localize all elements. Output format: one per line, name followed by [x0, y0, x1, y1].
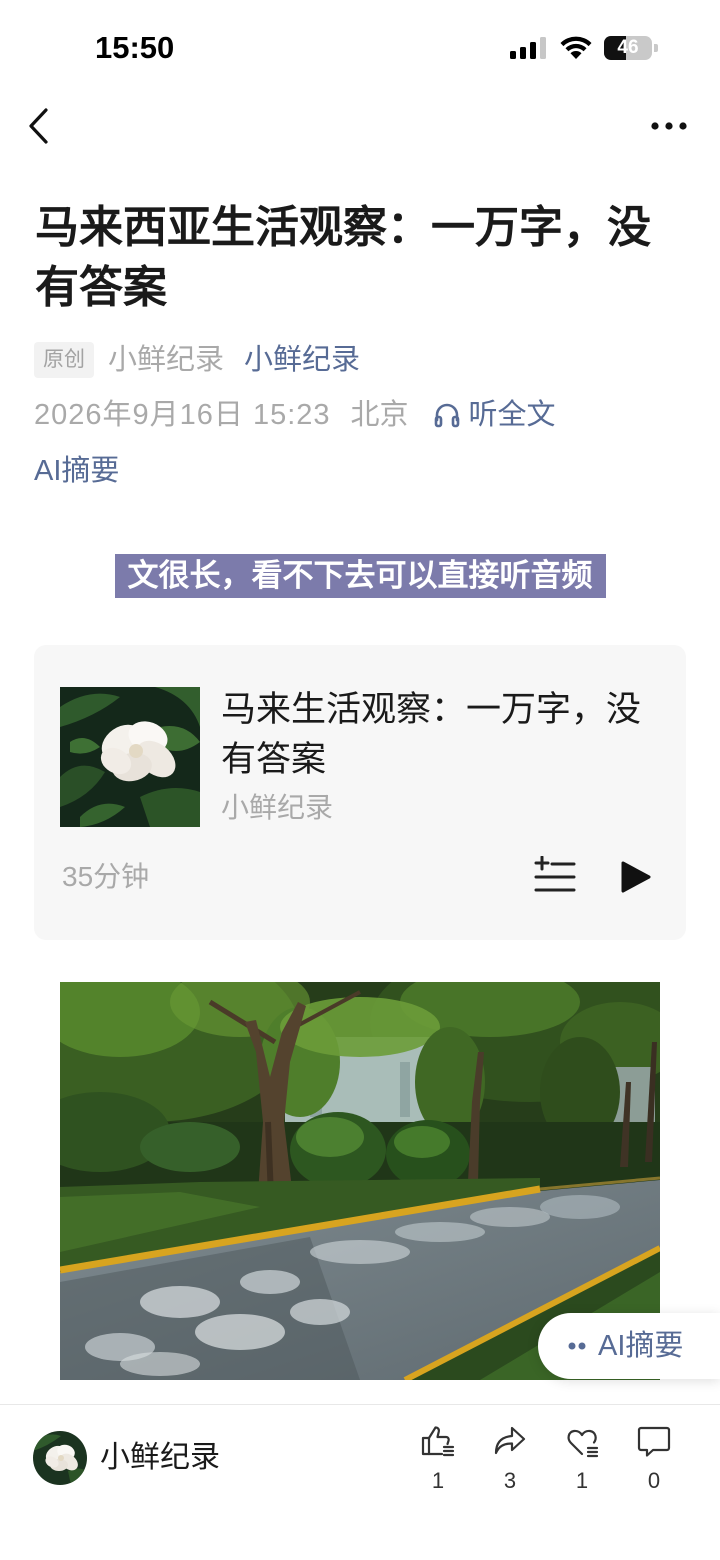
more-button[interactable]: [648, 116, 690, 136]
more-dots-icon: [651, 122, 687, 130]
headphones-icon[interactable]: [433, 401, 461, 429]
like-count: 1: [431, 1468, 445, 1493]
share-count: 3: [503, 1468, 517, 1493]
heart-button[interactable]: 1: [552, 1421, 612, 1501]
floating-ai-summary-button[interactable]: AI摘要: [538, 1313, 720, 1379]
playlist-add-icon[interactable]: [534, 856, 576, 894]
battery-icon: 46: [604, 36, 658, 60]
comment-icon: [637, 1426, 671, 1457]
back-button[interactable]: [26, 106, 52, 146]
share-button[interactable]: 3: [480, 1421, 540, 1501]
audio-cover-image: [60, 687, 200, 827]
battery-nub: [654, 44, 658, 52]
ai-summary-link[interactable]: AI摘要: [34, 451, 119, 491]
share-icon: [494, 1426, 526, 1455]
account-name[interactable]: 小鲜纪录: [100, 1438, 220, 1478]
bottom-bar: 小鲜纪录 1 3 1 0: [0, 1404, 720, 1560]
play-icon[interactable]: [619, 859, 653, 895]
chevron-left-icon: [29, 108, 48, 144]
audio-card[interactable]: 马来生活观察：一万字，没有答案 小鲜纪录 35分钟: [34, 645, 686, 940]
comment-button[interactable]: 0: [624, 1421, 684, 1501]
article-meta: 原创 小鲜纪录 小鲜纪录: [34, 340, 360, 380]
account-link[interactable]: 小鲜纪录: [244, 340, 360, 380]
original-tag: 原创: [34, 342, 94, 378]
ai-dots-icon: [568, 1341, 586, 1351]
battery-body: 46: [604, 36, 652, 60]
highlight-line: 文很长，看不下去可以直接听音频: [0, 554, 720, 598]
thumbs-up-icon: [421, 1426, 455, 1457]
comment-count: 0: [647, 1468, 661, 1493]
battery-level: 46: [617, 37, 639, 58]
highlight-text: 文很长，看不下去可以直接听音频: [114, 554, 606, 598]
audio-duration: 35分钟: [62, 861, 150, 892]
like-button[interactable]: 1: [408, 1421, 468, 1501]
publish-date: 2026年9月16日 15:23: [34, 399, 331, 431]
audio-author: 小鲜纪录: [221, 792, 334, 823]
article-author: 小鲜纪录: [108, 344, 225, 376]
like-heart-icon: [567, 1429, 599, 1458]
article-title: 马来西亚生活观察：一万字，没有答案: [35, 203, 651, 312]
publish-info: 2026年9月16日 15:23 北京 听全文: [34, 395, 556, 435]
listen-full-text-link[interactable]: 听全文: [469, 395, 556, 435]
publish-location: 北京: [350, 399, 409, 431]
floating-ai-summary-label: AI摘要: [598, 1330, 684, 1362]
avatar[interactable]: [33, 1431, 87, 1485]
heart-count: 1: [575, 1468, 589, 1493]
audio-title: 马来生活观察：一万字，没有答案: [221, 690, 642, 779]
signal-icon: [510, 37, 548, 59]
status-time: 15:50: [95, 30, 175, 65]
wifi-icon: [559, 35, 593, 60]
